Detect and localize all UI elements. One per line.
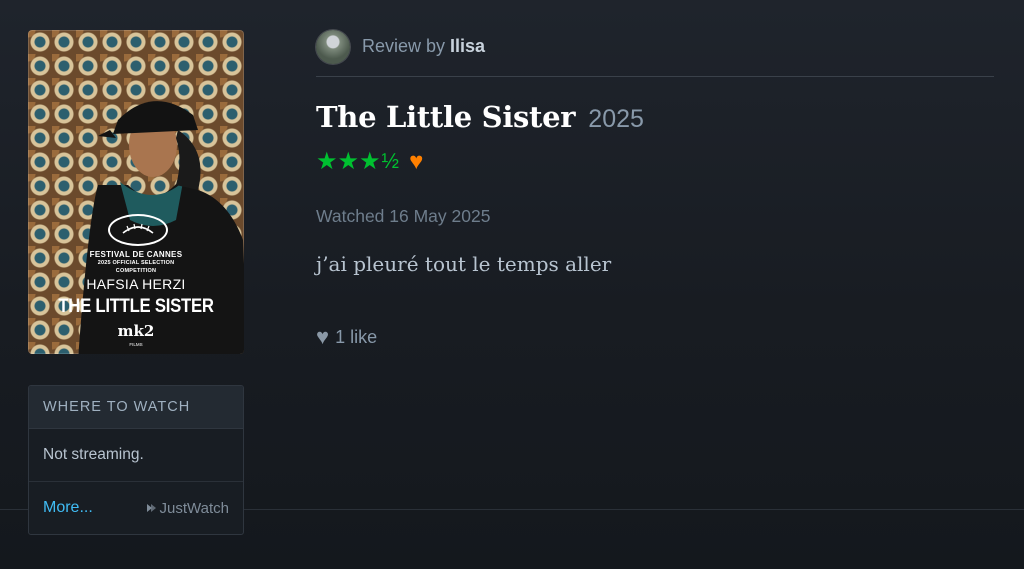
reviewer-username[interactable]: Ilisa	[450, 36, 485, 56]
streaming-status: Not streaming.	[29, 429, 243, 482]
review-header: Review by Ilisa	[316, 30, 994, 77]
poster-festival-line1: FESTIVAL DE CANNES	[89, 250, 183, 259]
rating-half-star: ½	[381, 150, 400, 173]
likes-count: 1 like	[335, 326, 378, 347]
film-title[interactable]: The Little Sister	[316, 100, 576, 134]
film-title-row: The Little Sister 2025	[316, 100, 644, 134]
watched-date: Watched 16 May 2025	[316, 206, 491, 226]
poster-title: THE LITTLE SISTER	[58, 296, 214, 317]
poster-distributor-sub: FILMS	[129, 342, 143, 347]
rating-row: ★★★ ½ ♥	[316, 150, 423, 174]
rating-stars: ★★★	[316, 148, 381, 175]
review-by-prefix: Review by	[362, 36, 446, 56]
review-byline: Review by Ilisa	[362, 36, 485, 57]
cannes-palm-logo	[108, 214, 168, 246]
justwatch-icon	[146, 504, 156, 512]
poster-director: HAFSIA HERZI	[86, 276, 186, 292]
where-to-watch-footer: More... JustWatch	[29, 482, 243, 534]
review-text: j’ai pleuré tout le temps aller	[316, 252, 612, 276]
where-to-watch-panel: WHERE TO WATCH Not streaming. More... Ju…	[28, 385, 244, 535]
justwatch-label: JustWatch	[159, 499, 229, 517]
film-year[interactable]: 2025	[588, 105, 644, 134]
like-button[interactable]: ♥ 1 like	[316, 324, 377, 350]
where-to-watch-header: WHERE TO WATCH	[29, 386, 243, 429]
heart-icon: ♥	[316, 324, 330, 349]
avatar[interactable]	[316, 30, 350, 64]
poster-festival-line2: 2025 OFFICIAL SELECTION	[97, 260, 175, 266]
more-link[interactable]: More...	[43, 499, 93, 517]
poster-distributor: mk2	[117, 322, 155, 340]
poster-festival-line3: COMPETITION	[115, 268, 157, 274]
film-poster[interactable]: FESTIVAL DE CANNES 2025 OFFICIAL SELECTI…	[28, 30, 244, 354]
liked-heart-icon: ♥	[409, 148, 424, 175]
justwatch-link[interactable]: JustWatch	[146, 500, 229, 517]
